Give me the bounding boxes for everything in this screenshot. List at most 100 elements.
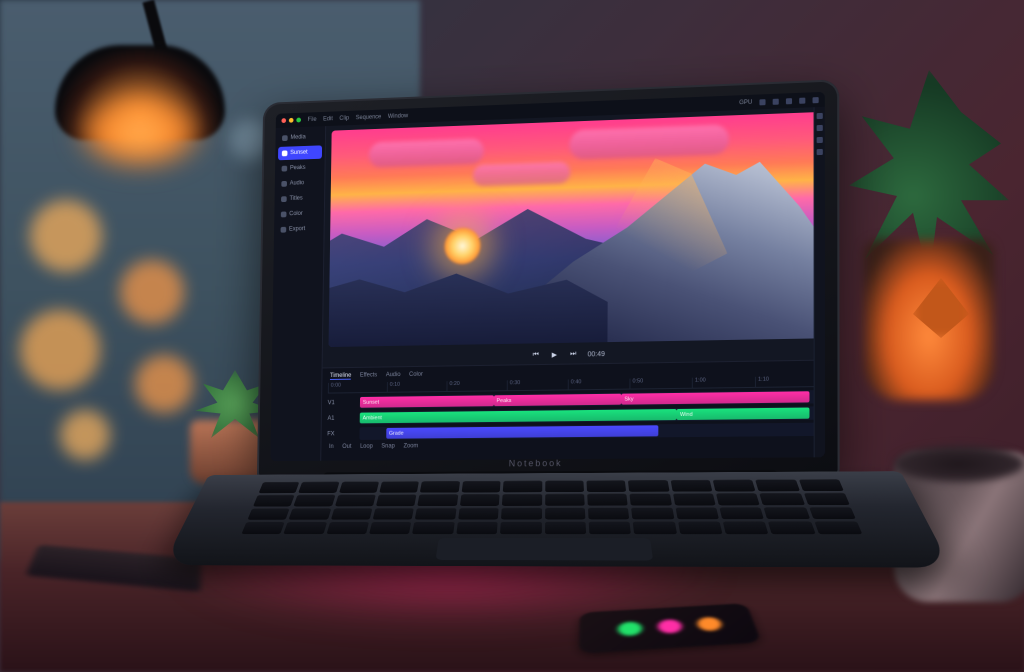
- keyboard-key[interactable]: [460, 494, 500, 506]
- keyboard-key[interactable]: [545, 494, 585, 506]
- keyboard-key[interactable]: [798, 479, 843, 491]
- keyboard-key[interactable]: [716, 493, 760, 505]
- keyboard-key[interactable]: [339, 481, 379, 492]
- keyboard-key[interactable]: [723, 521, 769, 534]
- timeline-tab-timeline[interactable]: Timeline: [330, 373, 351, 380]
- export-icon[interactable]: [799, 97, 805, 103]
- keyboard-key[interactable]: [631, 507, 674, 519]
- prev-button[interactable]: ⏮: [531, 351, 540, 360]
- keyboard-key[interactable]: [502, 494, 542, 506]
- next-button[interactable]: ⏭: [569, 350, 578, 359]
- keyboard-key[interactable]: [501, 507, 541, 519]
- keyboard-key[interactable]: [376, 494, 417, 506]
- keyboard-key[interactable]: [675, 507, 719, 520]
- zoom-icon[interactable]: [296, 118, 301, 123]
- keyboard-key[interactable]: [373, 508, 415, 520]
- menu-item[interactable]: Edit: [323, 116, 333, 122]
- close-icon[interactable]: [281, 118, 286, 123]
- keyboard-key[interactable]: [587, 493, 628, 505]
- timeline-tab-audio[interactable]: Audio: [386, 372, 401, 379]
- clip-peaks[interactable]: Peaks: [494, 394, 622, 406]
- blade-tool-icon[interactable]: [817, 125, 823, 131]
- timeline-toggle-snap[interactable]: Snap: [381, 444, 395, 450]
- search-icon[interactable]: [786, 98, 792, 104]
- keyboard-key[interactable]: [420, 481, 460, 492]
- sidebar-item-titles[interactable]: Titles: [277, 191, 321, 206]
- keyboard-key[interactable]: [326, 522, 369, 535]
- timeline-tab-color[interactable]: Color: [409, 372, 423, 379]
- keyboard-key[interactable]: [500, 521, 541, 534]
- keyboard-key[interactable]: [299, 482, 340, 493]
- window-traffic-lights[interactable]: [281, 118, 301, 124]
- keyboard-key[interactable]: [768, 521, 815, 534]
- keyboard-key[interactable]: [503, 481, 542, 493]
- menu-item[interactable]: File: [307, 116, 316, 122]
- keyboard-key[interactable]: [678, 521, 723, 534]
- keyboard-key[interactable]: [379, 481, 419, 492]
- keyboard-key[interactable]: [461, 481, 500, 492]
- hand-tool-icon[interactable]: [817, 137, 823, 143]
- trackpad[interactable]: [436, 538, 654, 561]
- keyboard-key[interactable]: [241, 522, 285, 534]
- sidebar-item-sunset[interactable]: Sunset: [278, 145, 322, 160]
- keyboard-key[interactable]: [588, 507, 630, 519]
- keyboard-key[interactable]: [764, 507, 810, 520]
- keyboard-key[interactable]: [759, 493, 804, 505]
- keyboard-key[interactable]: [545, 521, 586, 534]
- keyboard-key[interactable]: [289, 508, 331, 520]
- sidebar-item-color[interactable]: Color: [277, 207, 321, 222]
- timeline-tab-effects[interactable]: Effects: [360, 372, 377, 379]
- keyboard-key[interactable]: [755, 479, 799, 491]
- keyboard-key[interactable]: [253, 495, 295, 507]
- play-button[interactable]: ▶: [550, 350, 559, 359]
- minimize-icon[interactable]: [289, 118, 294, 123]
- clip-grade[interactable]: Grade: [386, 425, 658, 438]
- keyboard-key[interactable]: [545, 507, 586, 519]
- timeline-toggle-out[interactable]: Out: [342, 444, 351, 450]
- timeline-toggle-loop[interactable]: Loop: [360, 444, 373, 450]
- keyboard-key[interactable]: [247, 508, 290, 520]
- keyboard-key[interactable]: [633, 521, 677, 534]
- clip-wind[interactable]: Wind: [677, 408, 809, 421]
- keyboard-key[interactable]: [814, 521, 862, 534]
- timeline-toggle-zoom[interactable]: Zoom: [403, 443, 418, 449]
- keyboard-key[interactable]: [809, 507, 856, 520]
- keyboard-key[interactable]: [673, 493, 716, 505]
- clip-sunset[interactable]: Sunset: [360, 395, 494, 407]
- pointer-tool-icon[interactable]: [817, 113, 823, 119]
- keyboard-key[interactable]: [670, 480, 712, 492]
- keyboard-key[interactable]: [803, 493, 849, 505]
- keyboard-key[interactable]: [456, 521, 498, 534]
- menu-item[interactable]: Sequence: [356, 114, 382, 121]
- keyboard-key[interactable]: [335, 494, 376, 506]
- preview-viewport[interactable]: [329, 112, 819, 347]
- track-lane[interactable]: SunsetPeaksSky: [360, 390, 819, 409]
- clip-ambient[interactable]: Ambient: [360, 409, 677, 423]
- layout-icon[interactable]: [773, 98, 779, 104]
- menu-item[interactable]: Clip: [339, 115, 349, 121]
- zoom-tool-icon[interactable]: [817, 149, 823, 155]
- close-panel-icon[interactable]: [813, 97, 819, 103]
- sidebar-item-export[interactable]: Export: [277, 222, 321, 237]
- keyboard-key[interactable]: [412, 521, 454, 534]
- keyboard-key[interactable]: [628, 480, 669, 492]
- keyboard-key[interactable]: [545, 480, 584, 492]
- timeline-toggle-in[interactable]: In: [329, 444, 334, 450]
- keyboard-key[interactable]: [586, 480, 626, 492]
- keyboard-key[interactable]: [369, 522, 412, 535]
- keyboard-key[interactable]: [630, 493, 672, 505]
- keyboard-key[interactable]: [418, 494, 458, 506]
- keyboard-key[interactable]: [331, 508, 373, 520]
- keyboard-key[interactable]: [259, 482, 300, 493]
- track-lane[interactable]: AmbientWind: [360, 406, 819, 424]
- keyboard-key[interactable]: [415, 507, 456, 519]
- keyboard[interactable]: [241, 479, 862, 534]
- menu-item[interactable]: Window: [388, 113, 408, 120]
- clip-sky[interactable]: Sky: [621, 391, 809, 404]
- sidebar-item-media[interactable]: Media: [278, 130, 322, 145]
- keyboard-key[interactable]: [294, 494, 336, 506]
- settings-icon[interactable]: [759, 99, 765, 105]
- sidebar-item-audio[interactable]: Audio: [278, 176, 322, 191]
- keyboard-key[interactable]: [284, 522, 327, 535]
- keyboard-key[interactable]: [719, 507, 764, 520]
